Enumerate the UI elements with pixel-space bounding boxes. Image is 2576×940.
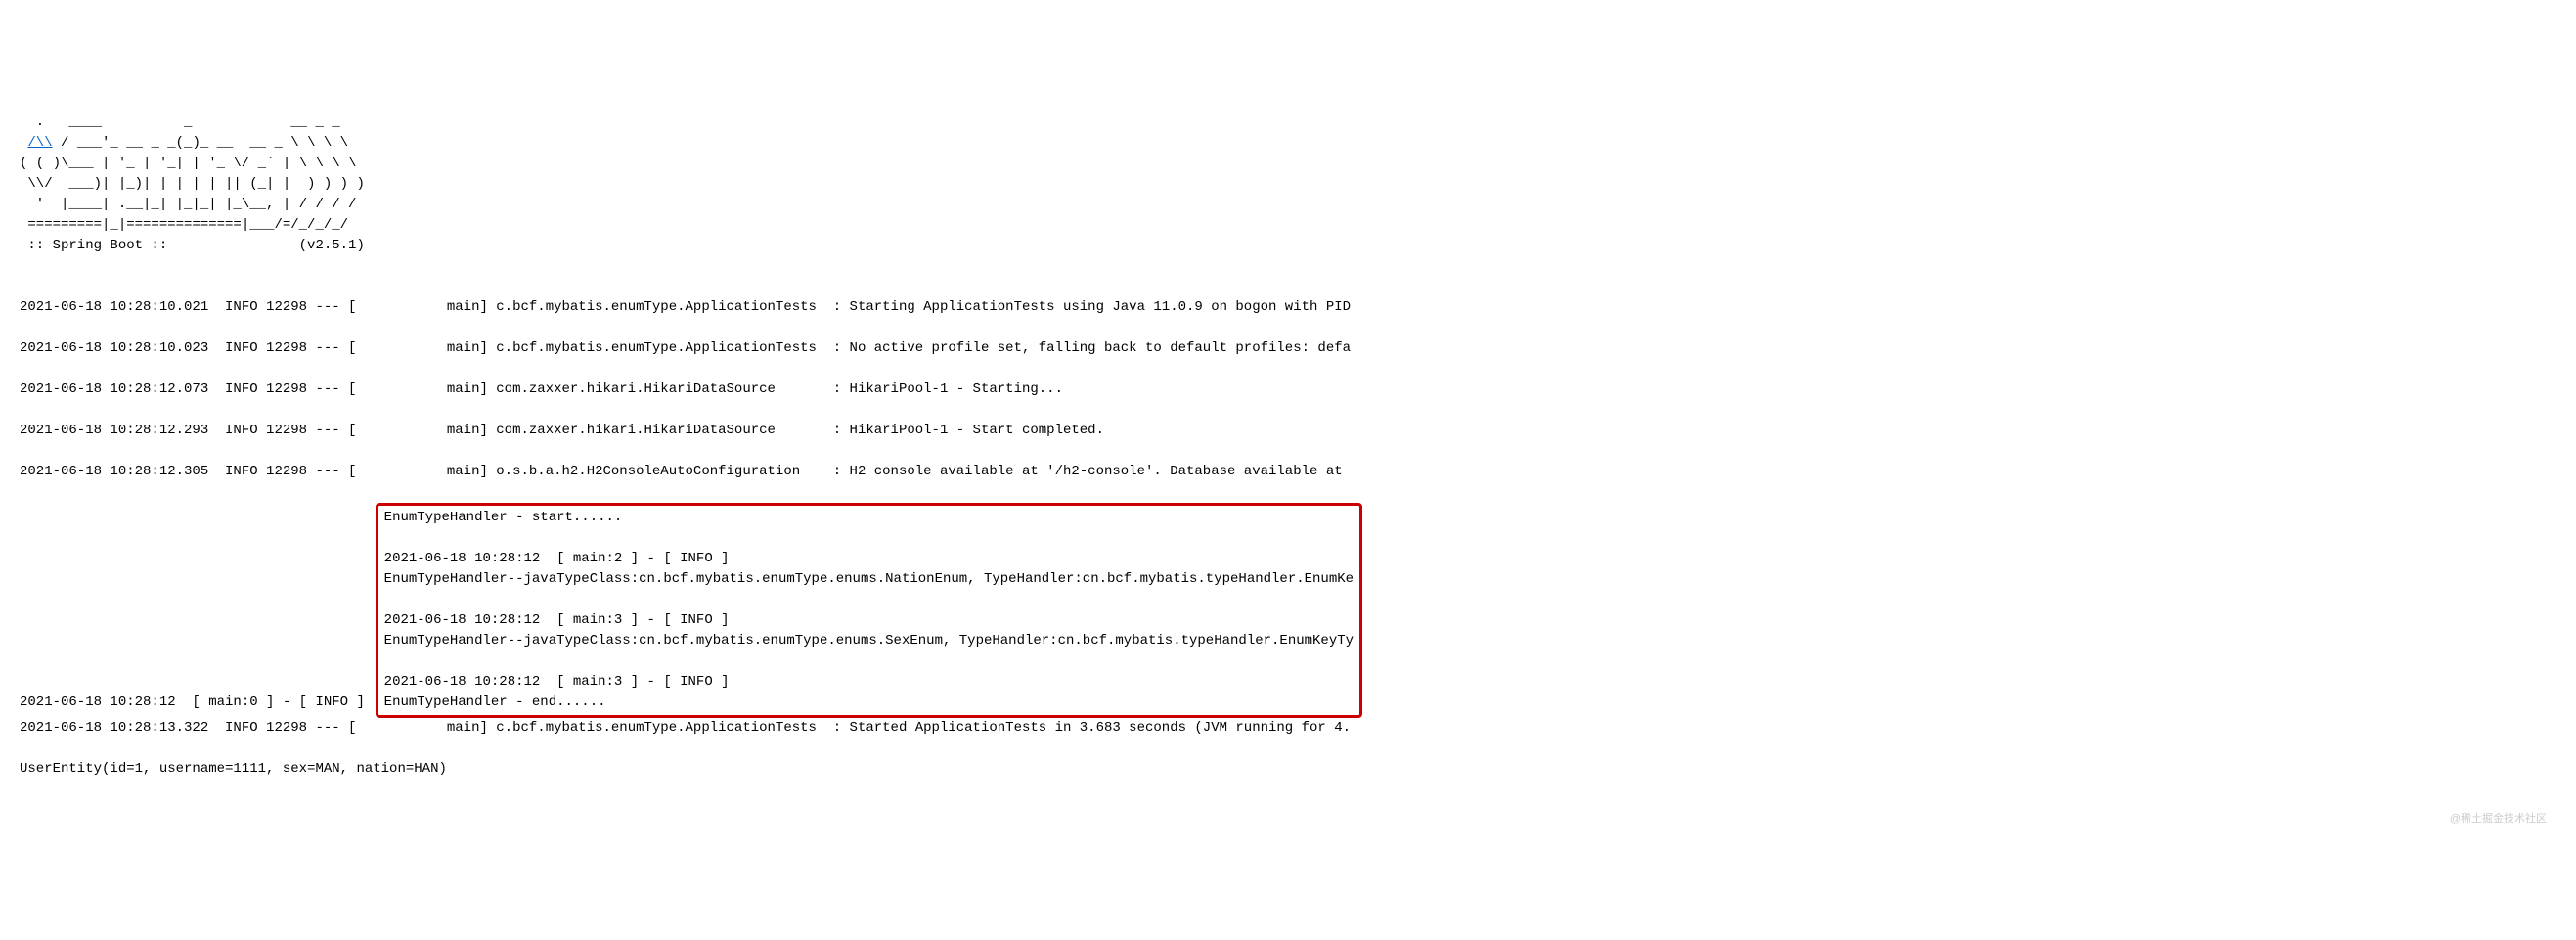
banner-line-1: . ____ _ __ _ _ (20, 114, 340, 130)
banner-line-2-suffix: / ___'_ __ _ _(_)_ __ __ _ \ \ \ \ (53, 135, 348, 151)
watermark: @稀土掘金技术社区 (20, 811, 2556, 828)
log-line: 2021-06-18 10:28:13.322 INFO 12298 --- [… (20, 718, 2556, 739)
highlighted-log-prefix: 2021-06-18 10:28:12 [ main:2 ] - [ INFO … (384, 551, 746, 566)
banner-line-3: ( ( )\___ | '_ | '_| | '_ \/ _` | \ \ \ … (20, 156, 356, 171)
highlighted-log-prefix: 2021-06-18 10:28:12 [ main:3 ] - [ INFO … (384, 612, 746, 628)
console-output: . ____ _ __ _ _ /\\ / ___'_ __ _ _(_)_ _… (20, 92, 2556, 800)
log-line: 2021-06-18 10:28:10.023 INFO 12298 --- [… (20, 338, 2556, 359)
banner-line-7: :: Spring Boot :: (v2.5.1) (20, 238, 365, 253)
banner-link[interactable]: /\\ (27, 135, 52, 151)
highlighted-log-prefix: 2021-06-18 10:28:12 [ main:3 ] - [ INFO … (384, 674, 746, 690)
banner-line-4: \\/ ___)| |_)| | | | | || (_| | ) ) ) ) (20, 176, 365, 192)
highlighted-line: EnumTypeHandler - start...... (384, 508, 1354, 528)
log-line: 2021-06-18 10:28:12.293 INFO 12298 --- [… (20, 421, 2556, 441)
banner-line-6: =========|_|==============|___/=/_/_/_/ (20, 217, 348, 233)
log-line: 2021-06-18 10:28:12.073 INFO 12298 --- [… (20, 380, 2556, 400)
highlighted-line: EnumTypeHandler--javaTypeClass:cn.bcf.my… (384, 569, 1354, 590)
highlighted-line: EnumTypeHandler - end...... (384, 693, 1354, 713)
log-line: 2021-06-18 10:28:12.305 INFO 12298 --- [… (20, 462, 2556, 482)
highlighted-line: EnumTypeHandler--javaTypeClass:cn.bcf.my… (384, 631, 1354, 651)
log-line: 2021-06-18 10:28:10.021 INFO 12298 --- [… (20, 297, 2556, 318)
ascii-banner: . ____ _ __ _ _ /\\ / ___'_ __ _ _(_)_ _… (20, 112, 2556, 256)
log-line: UserEntity(id=1, username=1111, sex=MAN,… (20, 759, 2556, 780)
highlighted-log-prefix: 2021-06-18 10:28:12 [ main:0 ] - [ INFO … (20, 694, 381, 710)
highlighted-region: EnumTypeHandler - start...... 2021-06-18… (376, 503, 1362, 718)
banner-line-5: ' |____| .__|_| |_|_| |_\__, | / / / / (20, 197, 356, 212)
